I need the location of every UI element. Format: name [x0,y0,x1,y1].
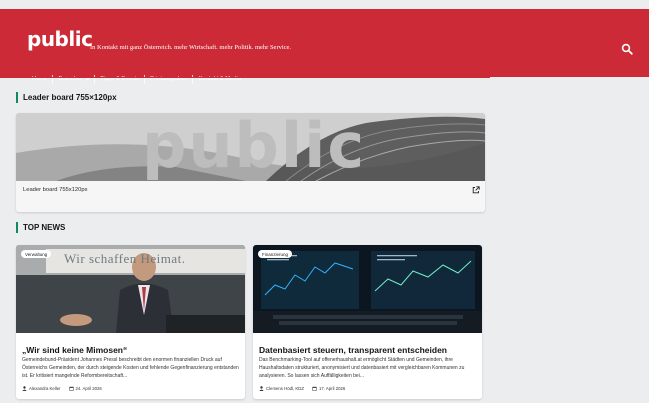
banner-caption: Leader board 755x120px [23,187,88,193]
news-card[interactable]: Wir schaffen Heimat. Verwaltung „Wir sin… [16,245,245,399]
photo-monitors-image [253,245,482,333]
nav-item-home[interactable]: Home [30,74,54,84]
category-badge[interactable]: Finanzierung [258,250,293,258]
news-card-date: 17. April 2026 [318,386,346,391]
news-card-image: Finanzierung [253,245,482,333]
top-news-heading: TOP NEWS [16,222,65,233]
news-card-title[interactable]: Datenbasiert steuern, transparent entsch… [259,345,447,355]
news-card-image: Wir schaffen Heimat. Verwaltung [16,245,245,333]
news-card[interactable]: Finanzierung Datenbasiert steuern, trans… [253,245,482,399]
leaderboard-banner[interactable]: public Leader board 755x120px [16,113,485,212]
news-card-author: Clemens Hödl, KDZ [266,386,304,391]
author-icon [22,386,27,391]
nav-item-kontakt-media[interactable]: Kontakt & Media [193,75,246,84]
news-card-author: Alexandra Keller [29,386,61,391]
site-tagline: In Kontakt mit ganz Österreich. mehr Wir… [90,44,292,51]
news-card-title[interactable]: „Wir sind keine Mimosen“ [22,345,127,355]
nav-item-branchen[interactable]: Branchen [53,74,96,84]
banner-image: public [16,113,485,181]
external-link-icon[interactable] [472,186,480,194]
calendar-icon [68,386,74,391]
site-logo[interactable]: public [27,27,93,51]
site-header: public In Kontakt mit ganz Österreich. m… [0,9,649,84]
news-card-meta: Alexandra Keller 24. April 2026 [22,386,102,391]
banner-logo-text: public [142,113,367,181]
category-badge[interactable]: Verwaltung [21,250,52,258]
calendar-icon [312,386,317,391]
main-nav: Home Branchen Tipps & Events Printausgab… [30,73,246,85]
image-poster-text: Wir schaffen Heimat. [64,251,186,266]
nav-item-printausgaben[interactable]: Printausgaben [145,74,194,84]
nav-divider [0,77,490,78]
author-icon [259,386,264,391]
news-card-excerpt: Das Benchmarking-Tool auf offenerhaushal… [259,357,465,379]
news-card-meta: Clemens Hödl, KDZ 17. April 2026 [259,386,345,391]
nav-item-tipps-events[interactable]: Tipps & Events [95,74,146,84]
leaderboard-heading: Leader board 755×120px [16,92,117,103]
news-card-excerpt: Gemeindebund-Präsident Johannes Pressl b… [22,357,239,379]
search-icon[interactable] [621,43,633,55]
news-card-date: 24. April 2026 [75,386,102,391]
